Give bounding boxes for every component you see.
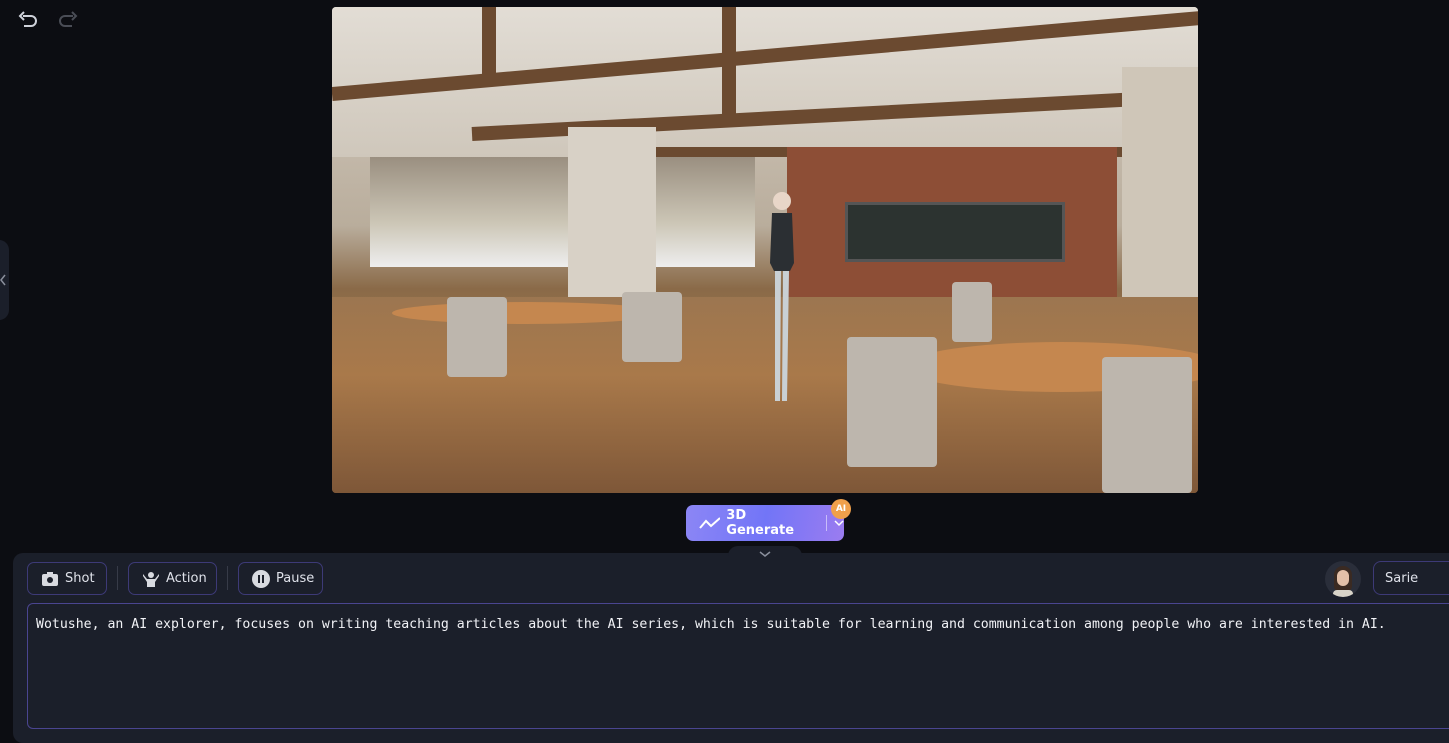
chair [952,282,992,342]
camera-icon [42,571,58,586]
window [655,157,755,267]
beam [722,7,736,117]
shot-button[interactable]: Shot [27,562,107,595]
divider [825,515,827,531]
beam [482,7,496,77]
chair [447,297,507,377]
chevron-down-icon[interactable] [833,519,844,527]
pause-button[interactable]: Pause [238,562,323,595]
action-label: Action [166,571,207,586]
redo-icon[interactable] [57,10,79,32]
divider [117,566,118,590]
generate-label: 3D Generate [726,508,795,538]
chair [622,292,682,362]
character-avatar[interactable] [1325,561,1361,597]
chair [847,337,937,467]
collapse-panel-button[interactable] [728,546,802,562]
blackboard [845,202,1065,262]
scene-preview[interactable] [332,7,1198,493]
sparkline-icon [699,517,721,529]
pause-icon [252,569,270,588]
3d-generate-button[interactable]: 3D Generate [686,505,844,541]
pause-label: Pause [276,571,315,586]
divider [227,566,228,590]
chevron-left-icon [0,274,6,286]
figure-icon [143,571,159,587]
chair [1102,357,1192,493]
script-text-input[interactable]: Wotushe, an AI explorer, focuses on writ… [27,603,1449,729]
character-name: Sarie [1385,570,1419,586]
avatar-character [770,192,794,401]
undo-icon[interactable] [17,10,39,32]
character-selector[interactable]: Sarie [1373,561,1449,595]
chevron-down-icon [759,551,771,557]
action-button[interactable]: Action [128,562,217,595]
expand-sidebar-tab[interactable] [0,240,9,320]
shot-label: Shot [65,571,95,586]
window [370,157,570,267]
ai-badge: AI [831,499,851,519]
